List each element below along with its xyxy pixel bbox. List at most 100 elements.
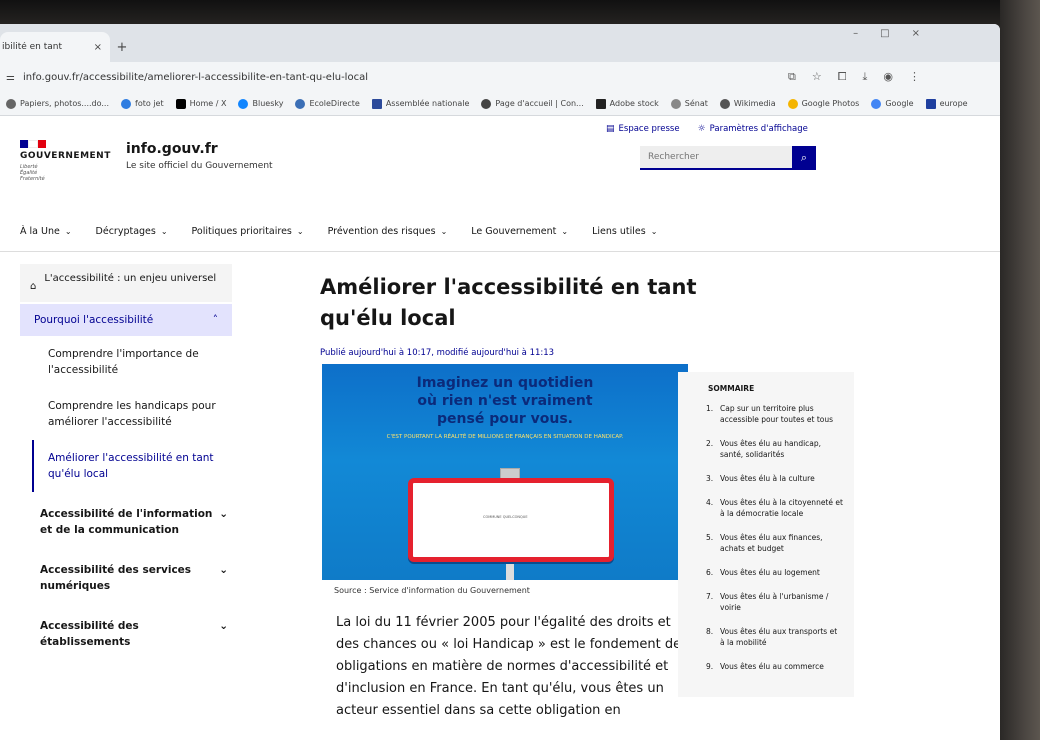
toc-item[interactable]: 3. Vous êtes élu à la culture: [688, 473, 844, 484]
press-icon: ▤: [606, 124, 615, 134]
x-logo-icon: [175, 98, 186, 109]
side-menu-section[interactable]: Accessibilité de l'information et de la …: [20, 496, 232, 548]
bookmark-favicon-icon: [925, 98, 936, 109]
google-icon: [871, 98, 882, 109]
search-input[interactable]: [640, 146, 792, 170]
chevron-down-icon: ⌄: [219, 508, 228, 520]
side-menu-subitem-current[interactable]: Améliorer l'accessibilité en tant qu'élu…: [32, 440, 232, 492]
side-menu-section[interactable]: Accessibilité des services numériques ⌄: [20, 552, 232, 604]
toc-item[interactable]: 4. Vous êtes élu à la citoyenneté et à la…: [688, 497, 844, 519]
tab-title: ibilité en tant: [2, 42, 63, 52]
nav-item-liens-utiles[interactable]: Liens utiles ⌄: [592, 226, 657, 237]
side-menu-home[interactable]: ⌂ L'accessibilité : un enjeu universel: [20, 264, 232, 302]
bookmark-favicon-icon: [787, 98, 798, 109]
bookmark-favicon-icon: [719, 98, 730, 109]
bookmark-favicon-icon: [481, 98, 492, 109]
search-bar: ⌕: [640, 146, 816, 170]
chevron-down-icon: ⌄: [160, 227, 168, 236]
chevron-down-icon: ⌄: [219, 564, 228, 576]
address-bar: ⚌ info.gouv.fr/accessibilite/ameliorer-l…: [0, 62, 1000, 92]
extensions-icon[interactable]: ⧠: [838, 70, 847, 84]
monitor-bezel-top: [0, 0, 1040, 26]
bookmark-item[interactable]: Papiers, photos....do...: [6, 98, 109, 109]
bookmark-item[interactable]: Adobe stock: [595, 98, 659, 109]
nav-item-gouvernement[interactable]: Le Gouvernement ⌄: [471, 226, 568, 237]
bookmark-favicon-icon: [371, 98, 382, 109]
display-settings-link[interactable]: ☼ Paramètres d'affichage: [698, 124, 808, 134]
browser-tab[interactable]: ibilité en tant ×: [0, 32, 110, 62]
bookmarks-bar: Papiers, photos....do... foto jet Home /…: [0, 92, 1000, 116]
bookmark-item[interactable]: Bluesky: [238, 98, 283, 109]
site-tagline: Le site officiel du Gouvernement: [126, 161, 273, 171]
browser-window: ibilité en tant × + – □ × ⚌ info.gouv.fr…: [0, 24, 1000, 740]
cast-icon[interactable]: ⧉: [788, 70, 796, 84]
profile-icon[interactable]: ◉: [883, 70, 893, 84]
site-title[interactable]: info.gouv.fr: [126, 141, 218, 157]
bookmark-item[interactable]: Google Photos: [787, 98, 859, 109]
bookmark-favicon-icon: [595, 98, 606, 109]
bookmark-favicon-icon: [121, 98, 132, 109]
bookmark-star-icon[interactable]: ☆: [812, 70, 822, 84]
bookmark-favicon-icon: [670, 98, 681, 109]
address-bar-actions: ⧉ ☆ ⧠ ⤓ ◉ ⋮: [788, 70, 994, 84]
chevron-down-icon: ⌄: [219, 620, 228, 632]
window-controls: – □ ×: [853, 28, 920, 39]
url-input[interactable]: info.gouv.fr/accessibilite/ameliorer-l-a…: [23, 72, 780, 83]
side-menu-active-section[interactable]: Pourquoi l'accessibilité ˄: [20, 304, 232, 336]
download-icon[interactable]: ⤓: [863, 70, 868, 84]
bookmark-item[interactable]: Wikimedia: [719, 98, 776, 109]
side-menu-section[interactable]: Accessibilité des établissements ⌄: [20, 608, 232, 660]
page-content: ⌂ L'accessibilité : un enjeu universel P…: [0, 252, 1000, 740]
bookmark-item[interactable]: Google: [871, 98, 914, 109]
new-tab-button[interactable]: +: [110, 32, 134, 62]
search-button[interactable]: ⌕: [792, 146, 816, 170]
bookmark-item[interactable]: Page d'accueil | Con...: [481, 98, 584, 109]
toc-item[interactable]: 8. Vous êtes élu aux transports et à la m…: [688, 626, 844, 648]
publication-date: Publié aujourd'hui à 10:17, modifié aujo…: [320, 348, 555, 358]
header-tools: ▤ Espace presse ☼ Paramètres d'affichage: [606, 124, 808, 134]
page-title: Améliorer l'accessibilité en tant qu'élu…: [320, 275, 697, 330]
town-sign-text: COMMUNE QUELCONQUE: [483, 515, 528, 519]
table-of-contents: SOMMAIRE 1. Cap sur un territoire plus ac…: [678, 372, 854, 697]
town-sign: COMMUNE QUELCONQUE: [408, 478, 614, 562]
bookmark-item[interactable]: europe: [925, 98, 968, 109]
bookmark-item[interactable]: foto jet: [121, 98, 164, 109]
bookmark-item[interactable]: EcoleDirecte: [295, 98, 360, 109]
side-menu-subitem[interactable]: Comprendre l'importance de l'accessibili…: [20, 336, 232, 388]
close-icon[interactable]: ×: [94, 42, 102, 53]
toc-item[interactable]: 5. Vous êtes élu aux finances, achats et …: [688, 532, 844, 554]
main-navigation: À la Une ⌄ Décryptages ⌄ Politiques priori…: [0, 212, 1000, 252]
minimize-button[interactable]: –: [853, 28, 858, 39]
tab-bar: ibilité en tant × + – □ ×: [0, 24, 1000, 62]
nav-item-prevention-risques[interactable]: Prévention des risques ⌄: [328, 226, 448, 237]
government-logo[interactable]: GOUVERNEMENT Liberté Égalité Fraternité: [20, 140, 111, 182]
menu-icon[interactable]: ⋮: [909, 70, 920, 84]
chevron-down-icon: ⌄: [650, 227, 658, 236]
chevron-down-icon: ⌄: [64, 227, 72, 236]
toc-item[interactable]: 9. Vous êtes élu au commerce: [688, 661, 844, 672]
nav-item-politiques-prioritaires[interactable]: Politiques prioritaires ⌄: [192, 226, 304, 237]
toc-item[interactable]: 2. Vous êtes élu au handicap, santé, soli…: [688, 438, 844, 460]
article-body: La loi du 11 février 2005 pour l'égalité…: [336, 615, 688, 718]
toc-item[interactable]: 6. Vous êtes élu au logement: [688, 567, 844, 578]
side-menu-subitem[interactable]: Comprendre les handicaps pour améliorer …: [20, 388, 232, 440]
hero-headline: Imaginez un quotidien où rien n'est vrai…: [416, 375, 594, 427]
government-name: GOUVERNEMENT: [20, 151, 111, 161]
bookmark-item[interactable]: Assemblée nationale: [371, 98, 469, 109]
home-icon: ⌂: [30, 281, 37, 292]
bookmark-item[interactable]: Home / X: [175, 98, 226, 109]
bookmark-item[interactable]: Sénat: [670, 98, 708, 109]
chevron-up-icon: ˄: [212, 314, 218, 326]
nav-item-decryptages[interactable]: Décryptages ⌄: [96, 226, 168, 237]
maximize-button[interactable]: □: [880, 28, 889, 39]
flag-icon: [20, 140, 46, 148]
close-window-button[interactable]: ×: [912, 28, 920, 39]
bluesky-icon: [238, 98, 249, 109]
hero-image: Imaginez un quotidien où rien n'est vrai…: [322, 364, 688, 580]
press-link[interactable]: ▤ Espace presse: [606, 124, 680, 134]
hero-subheadline: C'EST POURTANT LA RÉALITÉ DE MILLIONS DE…: [386, 434, 624, 440]
toc-item[interactable]: 1. Cap sur un territoire plus accessible …: [688, 403, 844, 425]
nav-item-a-la-une[interactable]: À la Une ⌄: [20, 226, 72, 237]
toc-item[interactable]: 7. Vous êtes élu à l'urbanisme / voirie: [688, 591, 844, 613]
site-info-icon[interactable]: ⚌: [6, 72, 15, 83]
